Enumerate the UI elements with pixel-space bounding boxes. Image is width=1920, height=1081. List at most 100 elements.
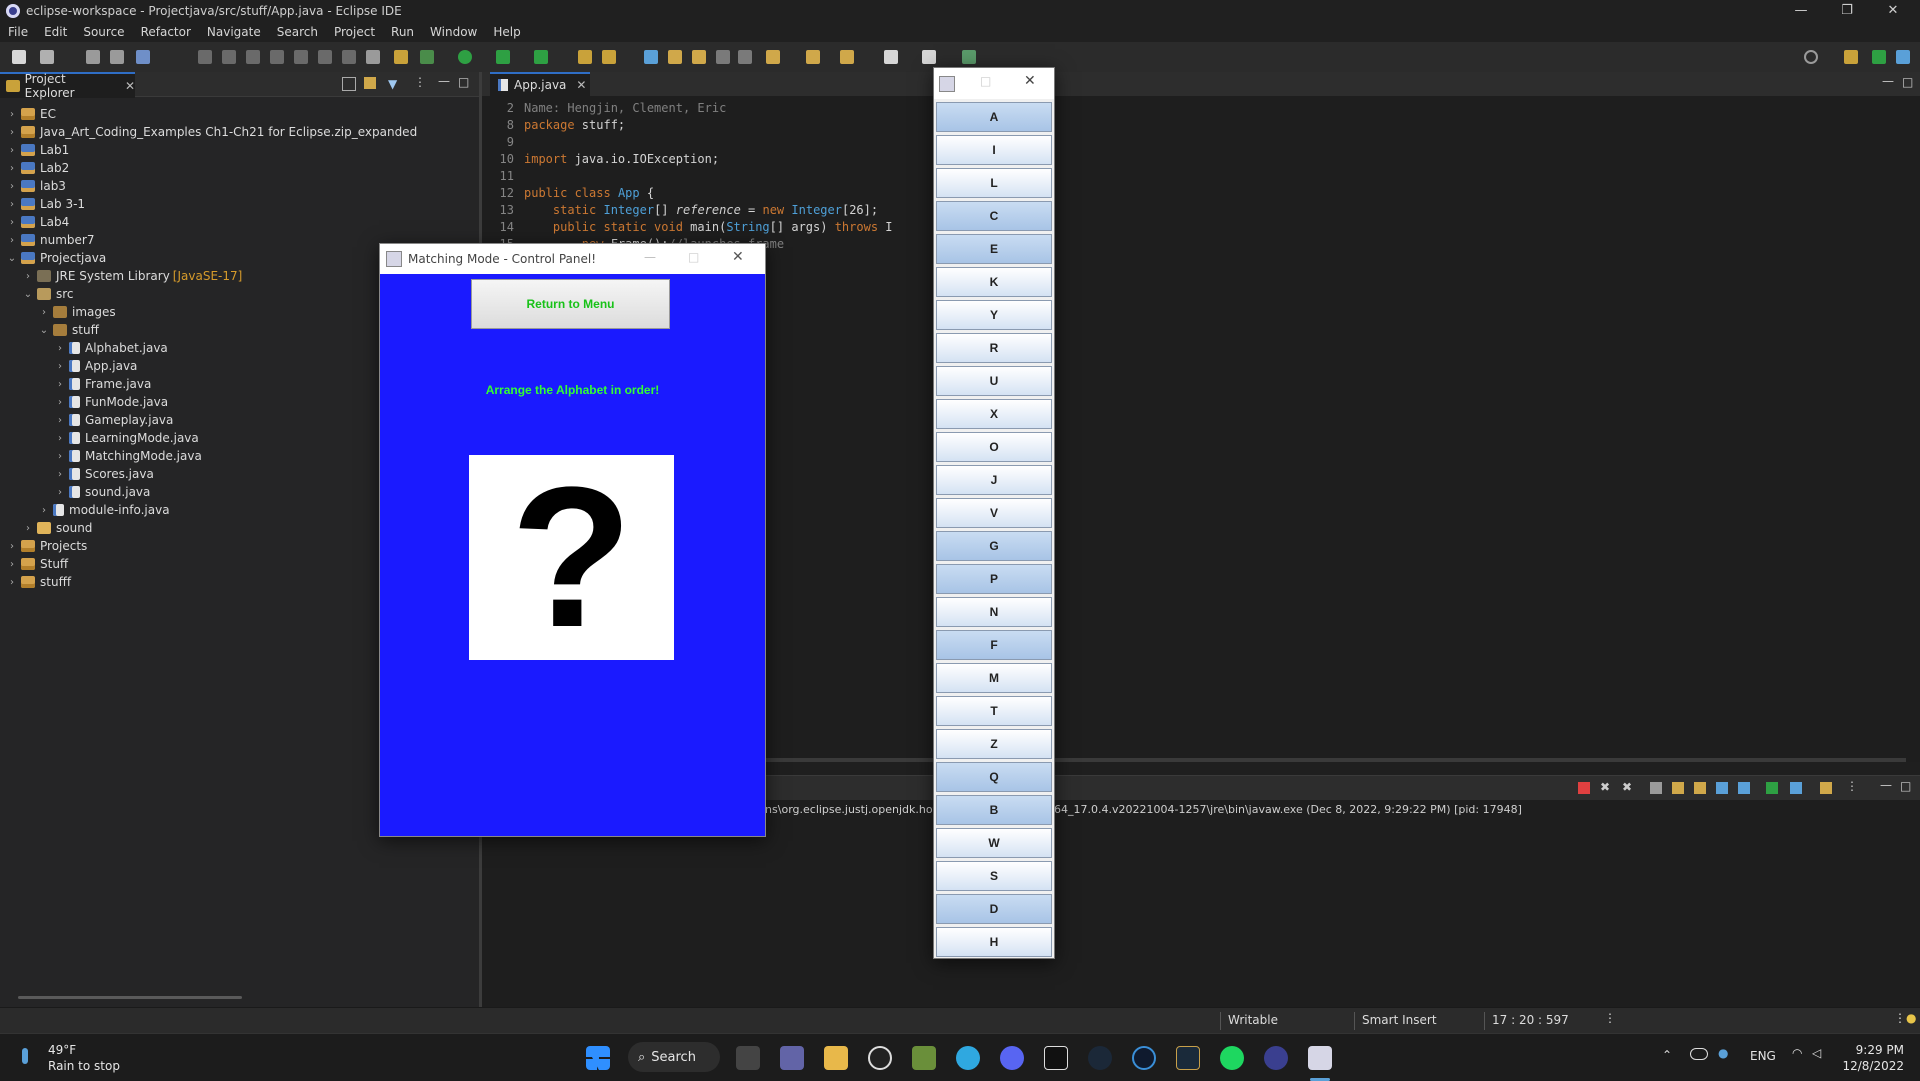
collapsed-chevron-icon[interactable]: › — [54, 379, 66, 390]
tree-item[interactable]: › Lab4 — [6, 213, 69, 231]
collapse-all-icon[interactable] — [342, 77, 356, 91]
new-class-icon[interactable] — [602, 50, 616, 64]
task-view-icon[interactable] — [736, 1046, 760, 1070]
collapsed-chevron-icon[interactable]: › — [54, 415, 66, 426]
tree-item[interactable]: › lab3 — [6, 177, 66, 195]
menu-refactor[interactable]: Refactor — [133, 25, 199, 39]
expanded-chevron-icon[interactable]: ⌄ — [38, 325, 50, 336]
remove-launch-icon[interactable]: ✖ — [1600, 780, 1610, 794]
tree-item[interactable]: › JRE System Library [JavaSE-17] — [22, 267, 242, 285]
show-whitespace-icon[interactable] — [738, 50, 752, 64]
show-on-output-icon[interactable] — [1716, 782, 1728, 794]
maximize-view-icon[interactable]: □ — [458, 75, 469, 89]
letter-button-i[interactable]: I — [936, 135, 1052, 165]
letter-button-r[interactable]: R — [936, 333, 1052, 363]
taskbar-clock[interactable]: 9:29 PM 12/8/2022 — [1842, 1042, 1904, 1074]
pin-console-icon[interactable] — [1738, 782, 1750, 794]
tree-item[interactable]: › Scores.java — [54, 465, 154, 483]
terminal-icon[interactable] — [136, 50, 150, 64]
status-more-icon-2[interactable]: ⋮ — [1894, 1011, 1906, 1025]
collapsed-chevron-icon[interactable]: › — [38, 307, 50, 318]
letter-button-h[interactable]: H — [936, 927, 1052, 957]
perspective-java-icon[interactable] — [1896, 50, 1910, 64]
new-console-icon[interactable] — [1820, 782, 1832, 794]
close-icon[interactable]: ✕ — [732, 249, 744, 265]
tree-item[interactable]: › FunMode.java — [54, 393, 168, 411]
minimize-console-icon[interactable]: — — [1880, 778, 1892, 792]
language-indicator[interactable]: ENG — [1750, 1049, 1776, 1063]
collapsed-chevron-icon[interactable]: › — [54, 451, 66, 462]
taskbar-search-box[interactable]: ⌕ Search — [628, 1042, 720, 1072]
tab-project-explorer[interactable]: Project Explorer ✕ — [0, 72, 135, 100]
teams-chat-icon[interactable] — [780, 1046, 804, 1070]
discord-icon[interactable] — [1000, 1046, 1024, 1070]
external-tools-icon[interactable] — [534, 50, 548, 64]
tree-item[interactable]: › Lab 3-1 — [6, 195, 85, 213]
tree-item[interactable]: › MatchingMode.java — [54, 447, 202, 465]
minimize-editor-icon[interactable]: — — [1882, 74, 1894, 88]
letter-button-o[interactable]: O — [936, 432, 1052, 462]
letter-button-g[interactable]: G — [936, 531, 1052, 561]
prev-annotation-icon[interactable] — [806, 50, 820, 64]
tree-item[interactable]: › number7 — [6, 231, 94, 249]
tree-item[interactable]: › sound.java — [54, 483, 150, 501]
horizontal-scrollbar[interactable] — [18, 996, 242, 999]
letter-button-p[interactable]: P — [936, 564, 1052, 594]
letter-button-a[interactable]: A — [936, 102, 1052, 132]
tree-item[interactable]: › module-info.java — [38, 501, 170, 519]
display-console-icon[interactable] — [1766, 782, 1778, 794]
tree-item[interactable]: ⌄ Projectjava — [6, 249, 106, 267]
link-editor-icon[interactable] — [364, 77, 376, 89]
java-app-taskbar-icon[interactable] — [1308, 1046, 1332, 1070]
disconnect-icon[interactable] — [270, 50, 284, 64]
letter-button-e[interactable]: E — [936, 234, 1052, 264]
collapsed-chevron-icon[interactable]: › — [54, 487, 66, 498]
remove-all-icon[interactable]: ✖ — [1622, 780, 1632, 794]
status-insert-mode[interactable]: Smart Insert — [1362, 1013, 1437, 1027]
menu-help[interactable]: Help — [485, 25, 528, 39]
collapsed-chevron-icon[interactable]: › — [54, 469, 66, 480]
collapsed-chevron-icon[interactable]: › — [6, 181, 18, 192]
tip-lightbulb-icon[interactable]: ● — [1906, 1011, 1916, 1025]
collapsed-chevron-icon[interactable]: › — [54, 433, 66, 444]
save-all-icon[interactable] — [110, 50, 124, 64]
open-console-icon[interactable] — [1790, 782, 1802, 794]
letters-window-titlebar[interactable]: □ ✕ — [934, 68, 1054, 99]
collapsed-chevron-icon[interactable]: › — [22, 523, 34, 534]
console-view-menu-icon[interactable]: ⋮ — [1846, 779, 1858, 793]
suspend-icon[interactable] — [222, 50, 236, 64]
tree-item[interactable]: › Gameplay.java — [54, 411, 173, 429]
tree-item[interactable]: › Projects — [6, 537, 87, 555]
search-tool-icon[interactable] — [668, 50, 682, 64]
tree-item[interactable]: › EC — [6, 105, 56, 123]
tree-item[interactable]: › Java_Art_Coding_Examples Ch1-Ch21 for E… — [6, 123, 417, 141]
letter-button-m[interactable]: M — [936, 663, 1052, 693]
debug-icon[interactable] — [420, 50, 434, 64]
step-return-icon[interactable] — [342, 50, 356, 64]
letter-button-s[interactable]: S — [936, 861, 1052, 891]
letter-button-u[interactable]: U — [936, 366, 1052, 396]
maximize-icon[interactable]: ❐ — [1824, 0, 1870, 21]
matching-window-titlebar[interactable]: Matching Mode - Control Panel! — □ ✕ — [380, 244, 765, 274]
skip-breakpoints-icon[interactable] — [366, 50, 380, 64]
menu-search[interactable]: Search — [269, 25, 326, 39]
spotify-icon[interactable] — [1220, 1046, 1244, 1070]
resume-icon[interactable] — [198, 50, 212, 64]
league-of-legends-icon[interactable] — [1176, 1046, 1200, 1070]
tree-item[interactable]: › App.java — [54, 357, 137, 375]
perspective-debug-icon[interactable] — [1872, 50, 1886, 64]
letter-button-v[interactable]: V — [936, 498, 1052, 528]
letter-button-j[interactable]: J — [936, 465, 1052, 495]
file-explorer-icon[interactable] — [824, 1046, 848, 1070]
start-windows-icon[interactable] — [586, 1046, 610, 1070]
eclipse-taskbar-icon[interactable] — [1264, 1046, 1288, 1070]
minimize-icon[interactable]: — — [644, 250, 656, 264]
vertical-scrollbar[interactable] — [1894, 100, 1904, 748]
collapsed-chevron-icon[interactable]: › — [6, 109, 18, 120]
menu-navigate[interactable]: Navigate — [199, 25, 269, 39]
letter-button-d[interactable]: D — [936, 894, 1052, 924]
obs-icon[interactable] — [868, 1046, 892, 1070]
menu-window[interactable]: Window — [422, 25, 485, 39]
collapsed-chevron-icon[interactable]: › — [54, 361, 66, 372]
onedrive-icon[interactable] — [1690, 1048, 1708, 1060]
